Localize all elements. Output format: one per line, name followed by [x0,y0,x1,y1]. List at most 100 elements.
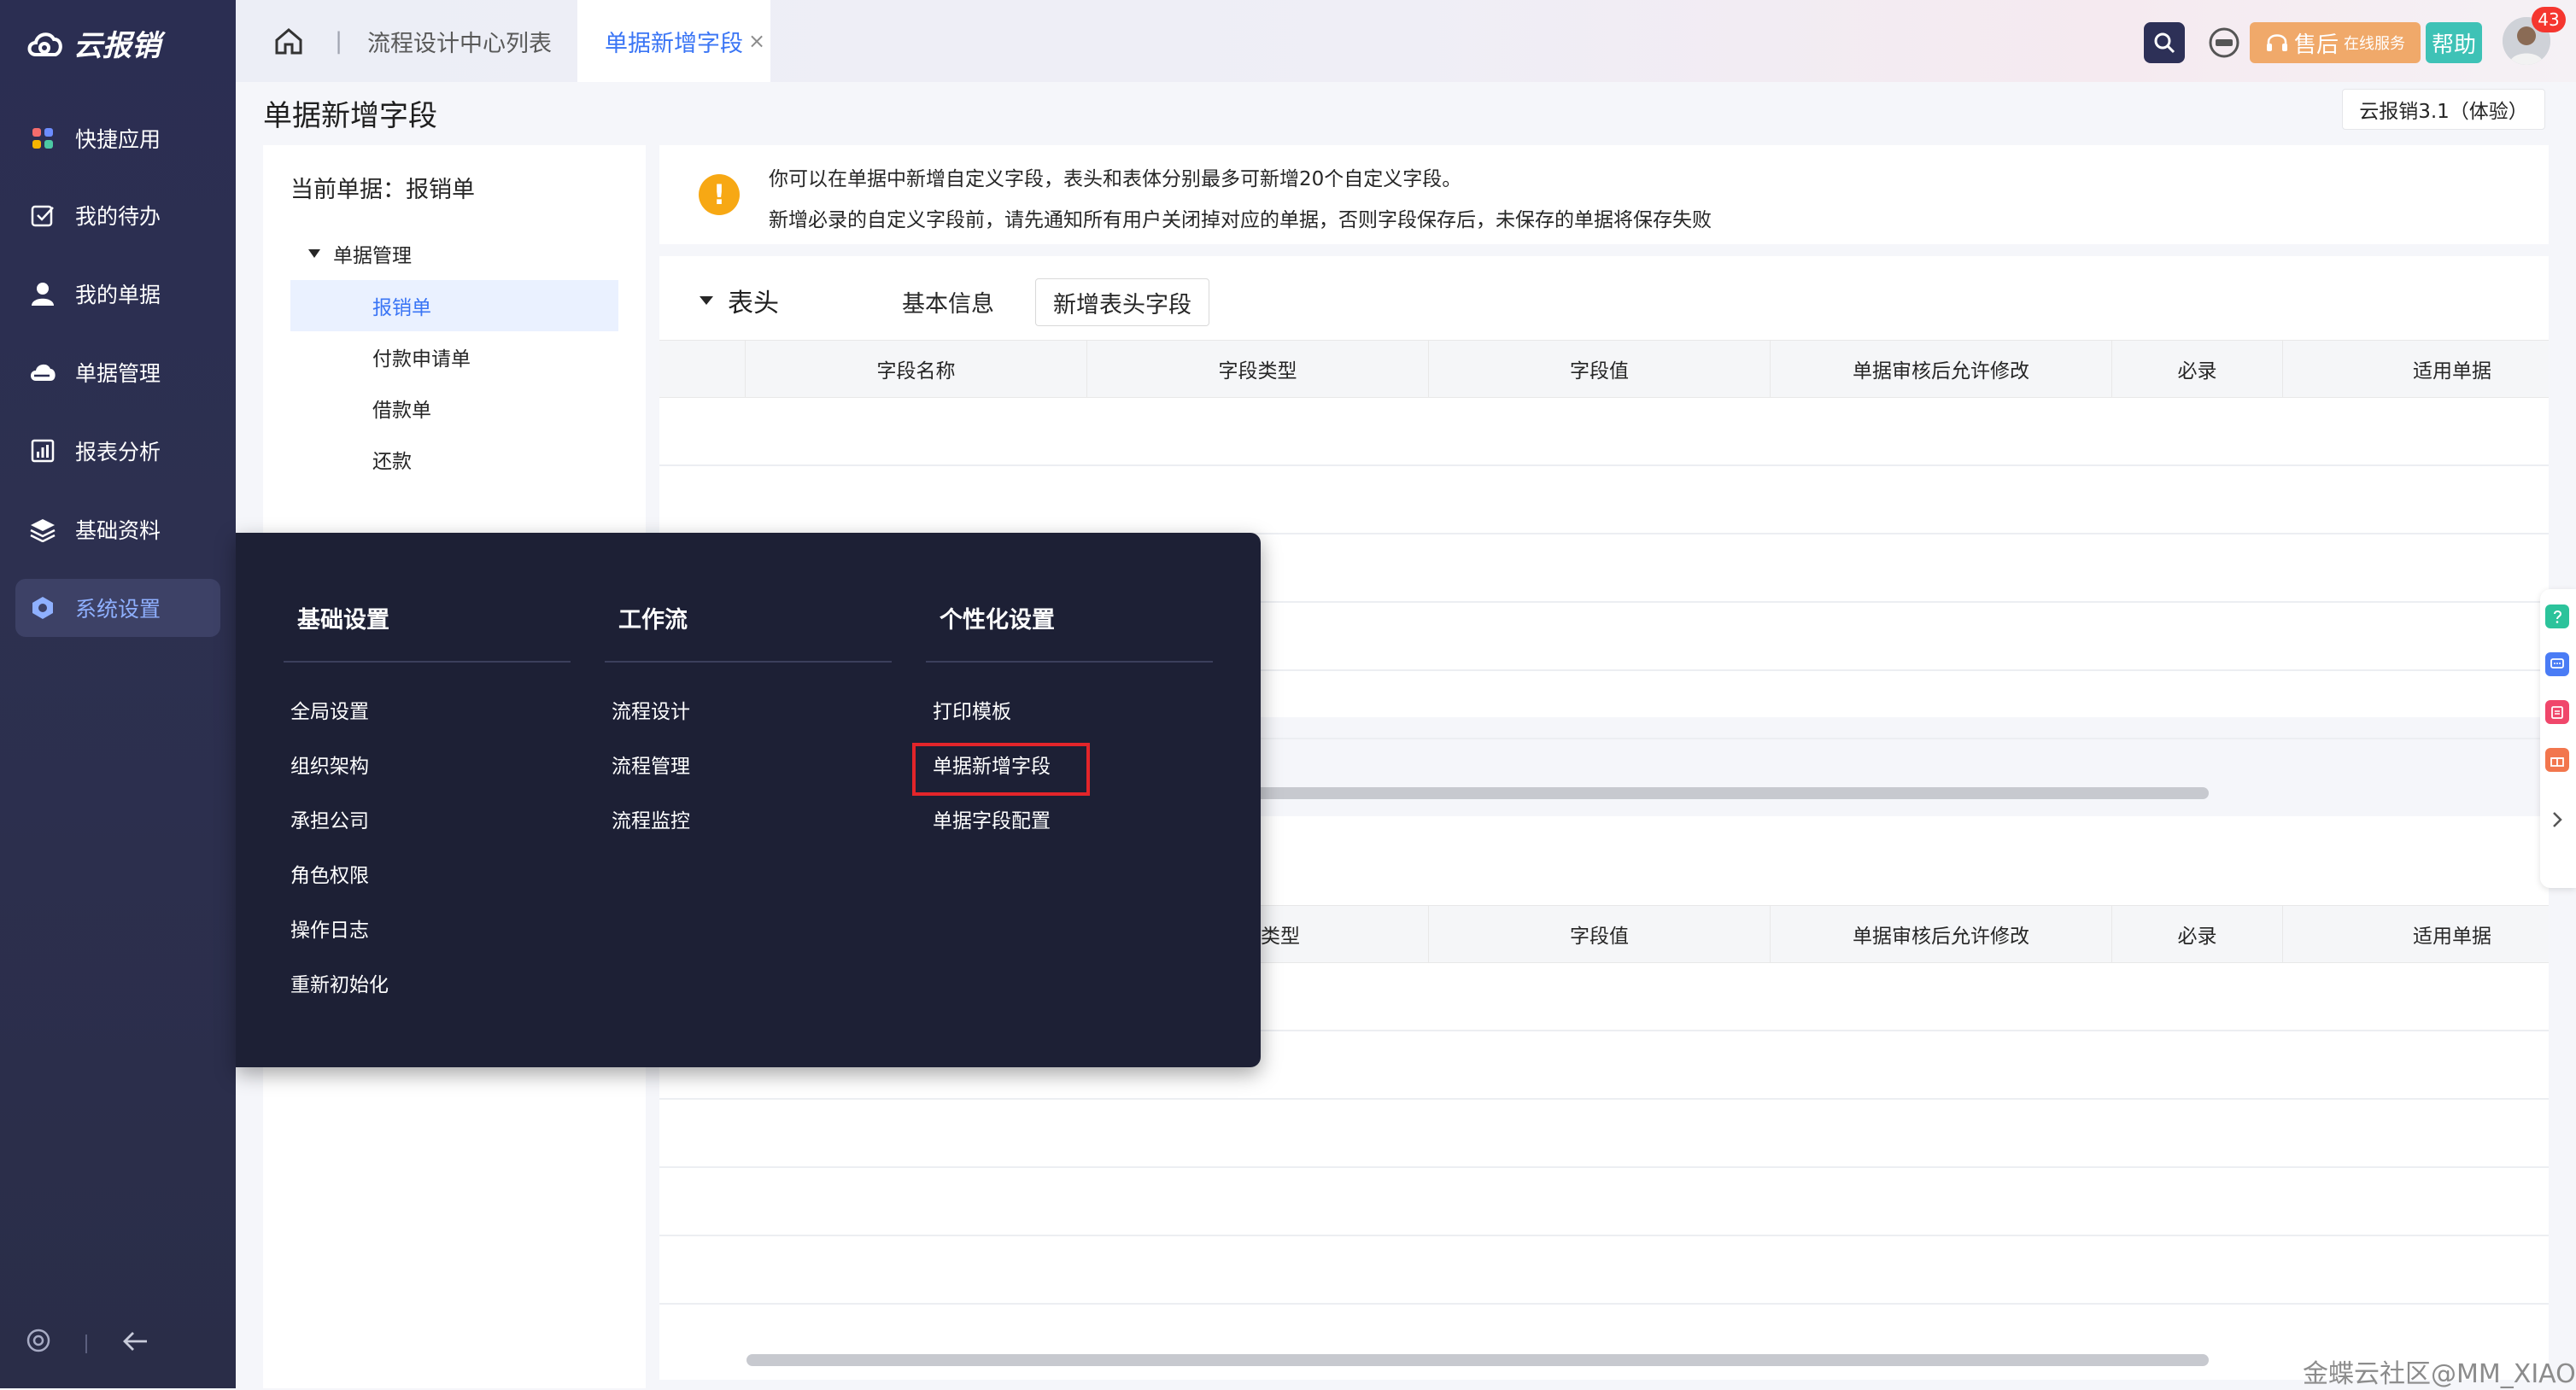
service-sub-label: 在线服务 [2344,35,2405,53]
notification-badge: 43 [2532,7,2566,32]
chart-icon [29,437,56,464]
add-header-field-button[interactable]: 新增表头字段 [1035,278,1209,326]
gift-icon[interactable] [2545,748,2569,772]
hexagon-settings-icon [29,594,56,622]
tree-item-expense[interactable]: 报销单 [290,280,618,331]
col-field-type: 字段类型 [1086,341,1428,397]
faq-icon[interactable] [2545,604,2569,628]
menu-item-flow-design[interactable]: 流程设计 [612,695,690,724]
menu-item-bearing-company[interactable]: 承担公司 [290,804,369,833]
section-title-label: 表头 [728,289,779,318]
help-button[interactable]: 帮助 [2426,22,2482,63]
sidebar-item-label: 基础资料 [75,518,161,543]
col-field-name: 字段名称 [745,341,1086,397]
notice-line-1: 你可以在单据中新增自定义字段，表头和表体分别最多可新增20个自定义字段。 [769,168,1462,190]
home-icon[interactable] [273,26,304,60]
header-table-head: 字段名称 字段类型 字段值 单据审核后允许修改 必录 适用单据 [659,340,2549,398]
menu-col-title-personalization: 个性化设置 [940,607,1055,634]
sidebar-item-label: 单据管理 [75,361,161,386]
settings-gear-icon[interactable] [26,1328,51,1360]
user-icon [29,280,56,307]
col-field-value: 字段值 [1428,341,1770,397]
sidebar-bottom-bar [26,1328,149,1360]
sidebar-item-label: 我的待办 [75,204,161,229]
watermark-text: 金蝶云社区@MM_XIAO [2303,1359,2576,1389]
sidebar-item-quick-apps[interactable]: 快捷应用 [15,109,220,167]
chat-icon[interactable] [2545,652,2569,676]
menu-item-doc-field-config[interactable]: 单据字段配置 [933,804,1051,833]
menu-item-global-settings[interactable]: 全局设置 [290,695,369,724]
col-required: 必录 [2111,341,2282,397]
sidebar-item-label: 我的单据 [75,283,161,307]
sidebar-item-doc-management[interactable]: 单据管理 [15,343,220,401]
horizontal-scrollbar[interactable] [746,1354,2209,1366]
chevron-right-icon[interactable] [2549,809,2566,833]
tab-separator: | [335,27,343,55]
logo: 云报销 [26,20,161,65]
search-button[interactable] [2144,22,2185,63]
sidebar-item-reports[interactable]: 报表分析 [15,422,220,480]
sidebar-item-basic-data[interactable]: 基础资料 [15,500,220,558]
menu-item-flow-management[interactable]: 流程管理 [612,750,690,779]
menu-col-title-basic-settings: 基础设置 [297,607,389,634]
right-floating-toolbar [2540,589,2576,888]
search-icon [2154,32,2175,54]
cloud-icon [29,359,56,386]
checkbox-icon [29,201,56,229]
sidebar-item-todo[interactable]: 我的待办 [15,186,220,244]
header-section-title[interactable]: 表头 [699,282,779,319]
menu-item-reinitialize[interactable]: 重新初始化 [290,968,389,997]
menu-item-operation-log[interactable]: 操作日志 [290,914,369,943]
tree-root-doc-management[interactable]: 单据管理 [307,239,412,268]
col-applicable-doc: 适用单据 [2282,906,2576,962]
close-icon[interactable]: × [748,29,765,53]
divider [85,1335,87,1353]
col-field-type: 类型 [1261,926,1300,948]
cloud-logo-icon [27,32,62,56]
menu-col-title-workflow: 工作流 [618,607,688,634]
menu-item-print-template[interactable]: 打印模板 [933,695,1011,724]
highlight-box [912,743,1090,796]
row-divider [659,1166,2549,1168]
system-settings-menu [236,533,1261,1067]
version-tag: 云报销3.1（体验） [2342,89,2545,130]
tree-item-loan[interactable]: 借款单 [290,383,618,434]
sidebar-item-my-docs[interactable]: 我的单据 [15,265,220,323]
menu-divider [605,661,892,663]
tree-item-payment-request[interactable]: 付款申请单 [290,331,618,383]
caret-down-icon [700,296,713,305]
logo-text: 云报销 [73,28,161,63]
tab-label: 流程设计中心列表 [367,30,552,57]
col-required: 必录 [2111,906,2282,962]
row-divider [659,1098,2549,1100]
clipboard-icon[interactable] [2545,700,2569,724]
basic-info-label: 基本信息 [902,291,994,318]
sidebar-item-system-settings[interactable]: 系统设置 [15,579,220,637]
menu-item-flow-monitor[interactable]: 流程监控 [612,804,690,833]
layers-icon [29,516,56,543]
menu-item-role-permissions[interactable]: 角色权限 [290,859,369,888]
sidebar-item-label: 报表分析 [75,440,161,464]
col-editable-after-audit: 单据审核后允许修改 [1770,906,2111,962]
row-divider [659,1303,2549,1305]
notice-line-2: 新增必录的自定义字段前，请先通知所有用户关闭掉对应的单据，否则字段保存后，未保存… [769,209,1712,231]
message-icon[interactable] [2207,26,2241,60]
row-divider [659,1235,2549,1236]
col-editable-after-audit: 单据审核后允许修改 [1770,341,2111,397]
page-title: 单据新增字段 [263,99,437,133]
current-doc-label: 当前单据：报销单 [290,177,475,203]
headset-icon [2266,34,2287,51]
col-field-value: 字段值 [1428,906,1770,962]
tab-doc-new-field[interactable]: 单据新增字段 × [577,0,770,82]
sidebar-item-label: 快捷应用 [75,127,161,152]
caret-down-icon [308,249,320,258]
after-sales-service-button[interactable]: 售后 在线服务 [2250,22,2421,63]
tree-root-label: 单据管理 [333,245,412,267]
tab-flow-design-list[interactable]: 流程设计中心列表 [367,0,552,82]
menu-divider [284,661,571,663]
menu-item-org-structure[interactable]: 组织架构 [290,750,369,779]
warning-icon: ! [699,174,740,215]
collapse-arrow-icon[interactable] [121,1329,149,1359]
tree-item-repayment[interactable]: 还款 [290,434,618,485]
service-label: 售后 [2293,32,2339,58]
